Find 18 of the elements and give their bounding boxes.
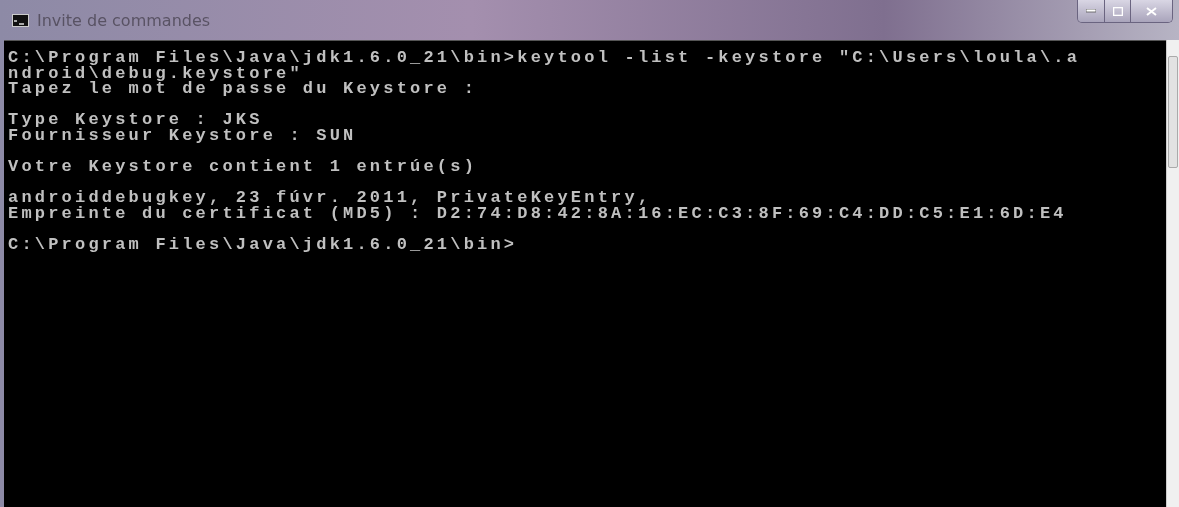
console-line: C:\Program Files\Java\jdk1.6.0_21\bin>keytool -list -keystore "C:\Users\loula\.a [8, 50, 1082, 66]
maximize-icon [1112, 6, 1123, 16]
console-line: Tapez le mot de passe du Keystore : [8, 81, 479, 97]
console-line: Type Keystore : JKS [8, 112, 263, 128]
console-line: Empreinte du certificat (MD5) : D2:74:D8:42:8A:16:EC:C3:8F:69:C4:DD:C5:E1:6D:E4 [8, 205, 1068, 222]
maximize-button[interactable] [1104, 0, 1130, 22]
minimize-icon [1086, 9, 1096, 13]
console-line: ndroid\debug.keystore" [8, 65, 303, 82]
console-line: androiddebugkey, 23 fúvr. 2011, PrivateKeyEntry, [8, 190, 652, 206]
console-line: Votre Keystore contient 1 entrúe(s) [8, 159, 479, 175]
console-line: Fournisseur Keystore : SUN [8, 127, 358, 144]
console-line: C:\Program Files\Java\jdk1.6.0_21\bin> [8, 237, 519, 253]
console-icon [12, 13, 29, 27]
scrollbar[interactable] [1166, 40, 1179, 507]
close-icon [1146, 6, 1157, 16]
close-button[interactable] [1130, 0, 1172, 22]
window-title: Invite de commandes [37, 10, 212, 30]
scroll-thumb[interactable] [1168, 56, 1178, 168]
